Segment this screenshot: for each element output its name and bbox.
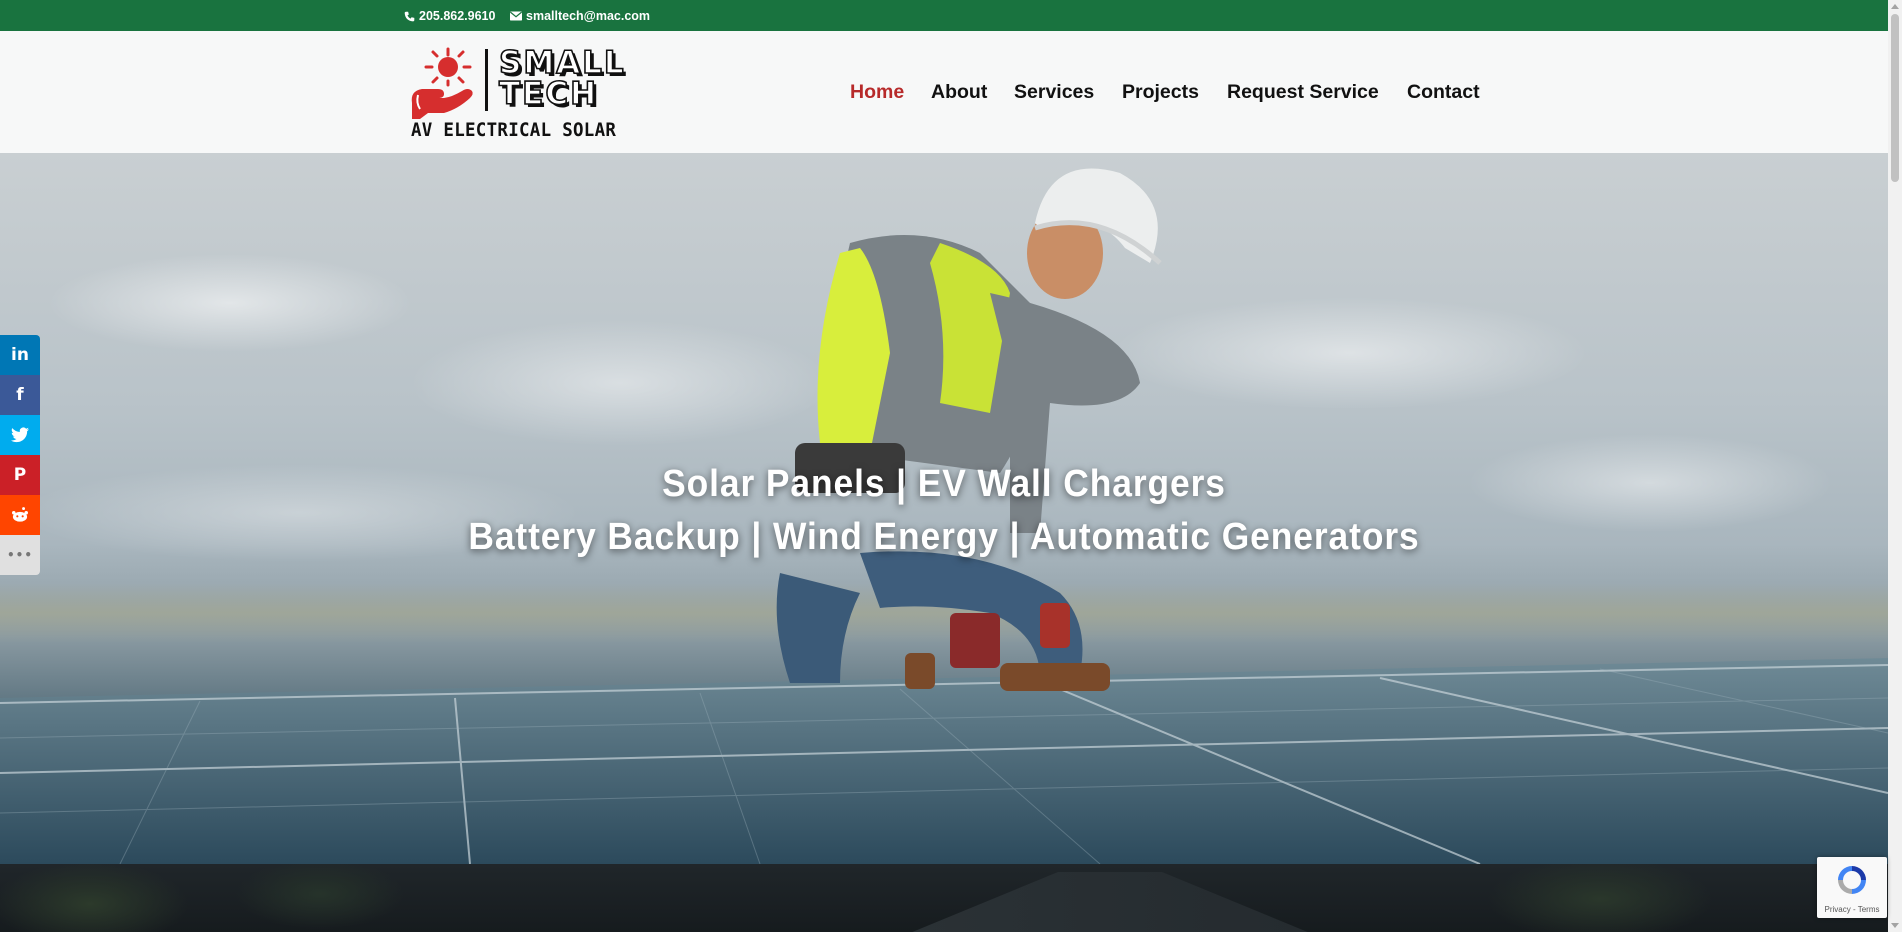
twitter-icon [11, 427, 29, 443]
recaptcha-icon [1838, 866, 1866, 894]
linkedin-icon: in [11, 345, 29, 365]
nav-request-service[interactable]: Request Service [1227, 81, 1379, 104]
recaptcha-badge[interactable]: Privacy - Terms [1817, 857, 1887, 918]
nav-contact[interactable]: Contact [1407, 81, 1480, 104]
more-share-button[interactable]: ••• [0, 535, 40, 575]
scroll-up-arrow-icon[interactable] [1891, 4, 1899, 9]
nav-about[interactable]: About [931, 81, 987, 104]
reddit-icon [12, 507, 28, 522]
nav-projects[interactable]: Projects [1122, 81, 1199, 104]
page-scrollbar[interactable] [1888, 0, 1902, 932]
phone-number: 205.862.9610 [419, 9, 496, 23]
hero-headline-line1: Solar Panels | EV Wall Chargers [662, 463, 1226, 505]
phone-icon [404, 11, 415, 21]
logo-tagline: AV ELECTRICAL SOLAR [411, 119, 617, 141]
nav-services[interactable]: Services [1014, 81, 1094, 104]
pinterest-icon: P [13, 465, 27, 485]
phone-link[interactable]: 205.862.9610 [404, 9, 495, 23]
nav-home[interactable]: Home [850, 81, 904, 104]
logo-divider [485, 49, 488, 111]
social-share-bar: in f P ••• [0, 335, 40, 575]
email-link[interactable]: smalltech@mac.com [510, 9, 650, 23]
email-icon [510, 11, 522, 21]
reddit-share-button[interactable] [0, 495, 40, 535]
email-address: smalltech@mac.com [526, 9, 651, 23]
hero-banner: Solar Panels | EV Wall Chargers Battery … [0, 153, 1888, 864]
logo-text-tech: TECH [498, 76, 599, 112]
sun-hand-icon [411, 47, 473, 119]
site-logo[interactable]: SMALL TECH AV ELECTRICAL SOLAR [410, 45, 625, 141]
scrollbar-thumb[interactable] [1891, 14, 1899, 182]
linkedin-share-button[interactable]: in [0, 335, 40, 375]
hero-image [0, 168, 1888, 864]
facebook-icon: f [16, 385, 24, 405]
hero-headline-line2: Battery Backup | Wind Energy | Automatic… [468, 516, 1420, 558]
site-header: SMALL TECH AV ELECTRICAL SOLAR Home Abou… [0, 31, 1888, 153]
facebook-share-button[interactable]: f [0, 375, 40, 415]
recaptcha-terms[interactable]: Privacy - Terms [1817, 905, 1887, 914]
top-contact-bar: 205.862.9610 smalltech@mac.com [0, 0, 1888, 31]
twitter-share-button[interactable] [0, 415, 40, 455]
worker-figure [776, 168, 1162, 691]
logo-text-small: SMALL [498, 45, 626, 81]
pinterest-share-button[interactable]: P [0, 455, 40, 495]
more-icon: ••• [6, 548, 33, 562]
next-section [0, 864, 1888, 932]
scroll-down-arrow-icon[interactable] [1891, 923, 1899, 928]
